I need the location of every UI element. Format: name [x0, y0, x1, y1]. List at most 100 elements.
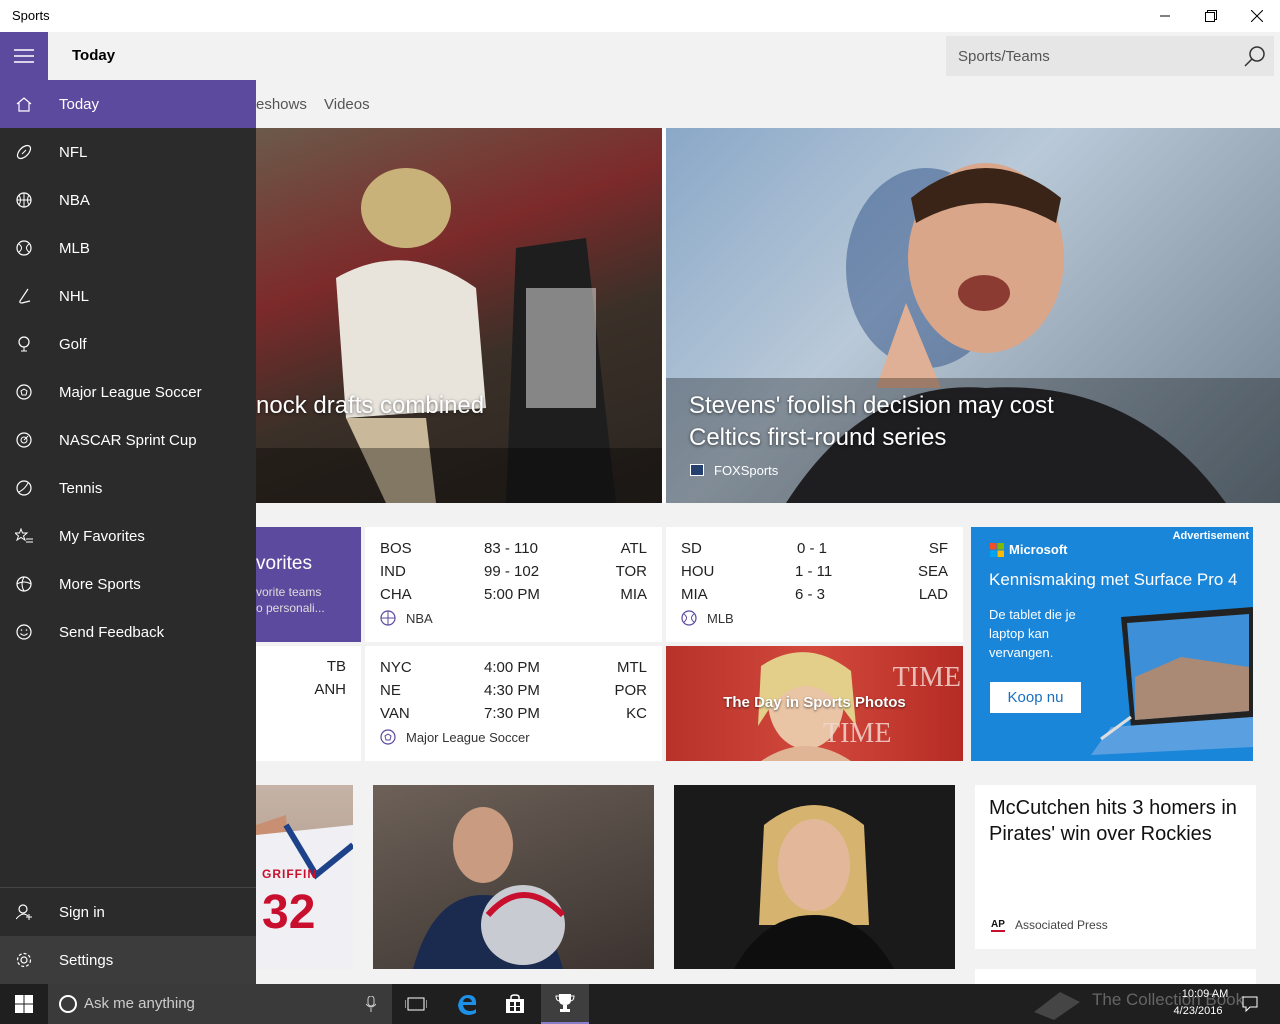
- page-title: Today: [72, 47, 116, 64]
- story-tile-buss[interactable]: [674, 785, 955, 969]
- nav-item-nba[interactable]: NBA: [0, 176, 256, 224]
- story-tile-griffin[interactable]: GRIFFIN 32: [256, 785, 353, 969]
- score: 6 - 3: [795, 586, 826, 603]
- sports-app-taskbar-button[interactable]: [541, 984, 589, 1024]
- nav-item-label: Major League Soccer: [59, 383, 202, 401]
- hero-title: nock drafts combined: [256, 392, 485, 419]
- nav-sign-in[interactable]: Sign in: [0, 888, 256, 936]
- partial-score-tile[interactable]: TB ANH: [256, 646, 361, 761]
- away-team: MTL: [617, 659, 647, 676]
- hero-story-stevens[interactable]: Stevens' foolish decision may cost Celti…: [666, 128, 1280, 503]
- hero-title-line1: Stevens' foolish decision may cost: [689, 392, 1054, 419]
- cortana-input[interactable]: Ask me anything: [84, 995, 195, 1012]
- favorites-tile[interactable]: vorites vorite teams o personali...: [256, 527, 361, 642]
- nba-scores-tile[interactable]: BOS 83 - 110 ATL IND 99 - 102 TOR CHA 5:…: [365, 527, 662, 642]
- score: 1 - 11: [795, 563, 833, 580]
- sports-photos-tile[interactable]: TIME TIME The Day in Sports Photos: [666, 646, 963, 761]
- away-team: MIA: [620, 586, 647, 603]
- home-team: BOS: [380, 540, 412, 557]
- mlb-scores-tile[interactable]: SD 0 - 1 SF HOU 1 - 11 SEA MIA 6 - 3 LAD…: [666, 527, 963, 642]
- tab-videos[interactable]: Videos: [324, 96, 370, 113]
- tab-slideshows[interactable]: eshows: [256, 96, 307, 113]
- nav-item-today[interactable]: Today: [0, 80, 256, 128]
- person-add-icon: [16, 904, 32, 920]
- star-list-icon: [15, 528, 33, 543]
- close-icon: [1251, 10, 1263, 22]
- hamburger-button[interactable]: [0, 32, 48, 80]
- home-team: HOU: [681, 563, 715, 580]
- score-row: NE 4:30 PM POR: [380, 682, 647, 705]
- nav-item-label: Settings: [59, 951, 114, 969]
- close-button[interactable]: [1234, 0, 1280, 32]
- task-view-button[interactable]: [394, 984, 438, 1024]
- story-tile-brady[interactable]: [373, 785, 654, 969]
- story-tile-mccutchen[interactable]: McCutchen hits 3 homers in Pirates' win …: [975, 785, 1256, 949]
- away-team: POR: [614, 682, 647, 699]
- trophy-icon: [555, 994, 575, 1012]
- nav-item-tennis[interactable]: Tennis: [0, 464, 256, 512]
- league-label: MLB: [681, 610, 734, 626]
- search-icon[interactable]: [1244, 45, 1266, 72]
- store-icon: [506, 994, 524, 1013]
- score-row: BOS 83 - 110 ATL: [380, 540, 647, 563]
- tennis-icon: [16, 480, 32, 496]
- home-team: NE: [380, 682, 401, 699]
- microphone-icon[interactable]: [366, 996, 376, 1012]
- league-label: NBA: [380, 610, 433, 626]
- nav-item-nfl[interactable]: NFL: [0, 128, 256, 176]
- golf-icon: [18, 336, 30, 352]
- favorites-line2: o personali...: [256, 601, 325, 615]
- nav-item-label: NHL: [59, 287, 90, 305]
- nav-item-mlb[interactable]: MLB: [0, 224, 256, 272]
- surface-device-image: [1091, 607, 1253, 755]
- cortana-search-box[interactable]: Ask me anything: [48, 984, 392, 1024]
- hero-story-draft[interactable]: nock drafts combined: [256, 128, 662, 503]
- soccer-icon: [16, 384, 32, 400]
- restore-button[interactable]: [1188, 0, 1234, 32]
- baseball-icon: [681, 610, 697, 626]
- score-row: SD 0 - 1 SF: [681, 540, 948, 563]
- ad-body-line: vervangen.: [989, 645, 1054, 660]
- nav-item-label: Golf: [59, 335, 87, 353]
- nav-item-label: My Favorites: [59, 527, 145, 545]
- taskbar-clock[interactable]: 10:09 AM: [1180, 988, 1230, 1000]
- title-bar: Sports: [0, 0, 1280, 32]
- nav-item-label: More Sports: [59, 575, 141, 593]
- windows-logo-icon: [15, 995, 33, 1013]
- score-row: CHA 5:00 PM MIA: [380, 586, 647, 609]
- nav-item-golf[interactable]: Golf: [0, 320, 256, 368]
- score: 0 - 1: [797, 540, 828, 557]
- score: 4:00 PM: [484, 659, 540, 676]
- action-center-button[interactable]: [1240, 994, 1260, 1014]
- home-team: IND: [380, 563, 406, 580]
- watermark-book-icon: [1034, 992, 1080, 1020]
- nav-item-nhl[interactable]: NHL: [0, 272, 256, 320]
- away-team: ATL: [620, 540, 647, 557]
- mls-scores-tile[interactable]: NYC 4:00 PM MTL NE 4:30 PM POR VAN 7:30 …: [365, 646, 662, 761]
- nav-item-send-feedback[interactable]: Send Feedback: [0, 608, 256, 656]
- task-view-icon: [405, 997, 427, 1011]
- nav-item-nascar[interactable]: NASCAR Sprint Cup: [0, 416, 256, 464]
- taskbar-date[interactable]: 4/23/2016: [1166, 1005, 1230, 1017]
- edge-button[interactable]: [444, 984, 490, 1024]
- nav-item-mls[interactable]: Major League Soccer: [0, 368, 256, 416]
- navigation-pane: Today NFL NBA MLB NHL Golf Major League …: [0, 80, 256, 984]
- story-tile-next[interactable]: [975, 969, 1256, 984]
- team-abbr: ANH: [314, 681, 346, 698]
- ad-body-line: De tablet die je: [989, 607, 1076, 622]
- search-input[interactable]: Sports/Teams: [958, 48, 1050, 65]
- minimize-button[interactable]: [1142, 0, 1188, 32]
- nav-item-my-favorites[interactable]: My Favorites: [0, 512, 256, 560]
- score-row: IND 99 - 102 TOR: [380, 563, 647, 586]
- start-button[interactable]: [0, 984, 48, 1024]
- nav-item-more-sports[interactable]: More Sports: [0, 560, 256, 608]
- story-source: Associated Press: [1015, 918, 1108, 932]
- nav-settings[interactable]: Settings: [0, 936, 256, 984]
- favorites-line1: vorite teams: [256, 585, 322, 599]
- advertisement-tile[interactable]: Advertisement Microsoft Kennismaking met…: [971, 527, 1253, 761]
- minimize-icon: [1160, 15, 1170, 17]
- ad-cta-button[interactable]: Koop nu: [990, 682, 1081, 713]
- store-button[interactable]: [492, 984, 538, 1024]
- search-box[interactable]: Sports/Teams: [946, 36, 1274, 76]
- home-team: MIA: [681, 586, 708, 603]
